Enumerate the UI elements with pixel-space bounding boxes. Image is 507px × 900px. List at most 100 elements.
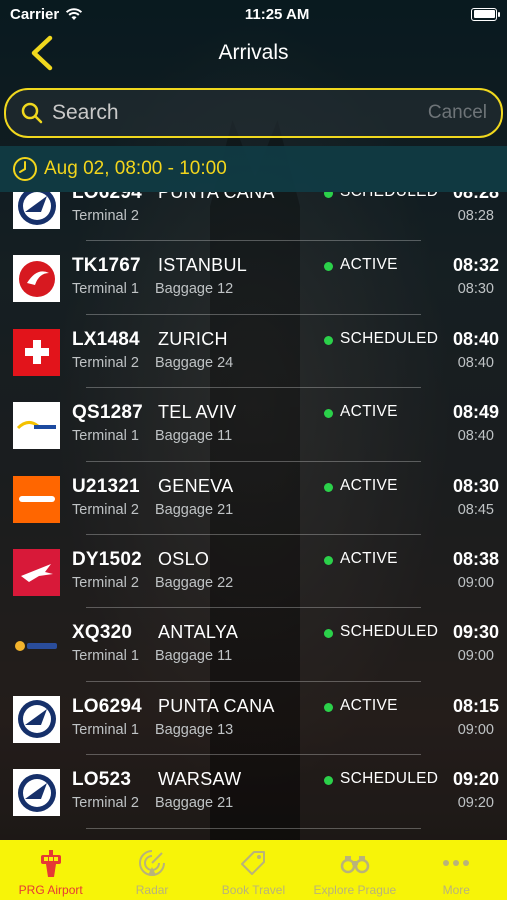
estimated-time: 08:30 (452, 475, 499, 496)
status-dot (324, 482, 333, 492)
estimated-time: 08:40 (452, 328, 499, 349)
tab-book-travel[interactable]: Book Travel (203, 847, 304, 897)
flight-code: LO6294 (72, 192, 142, 203)
flight-list[interactable]: LO6294 PUNTA CANA Terminal 2 SCHEDULED 08:28… (0, 192, 507, 840)
terminal: Terminal 1 (72, 721, 139, 738)
scheduled-time: 08:40 (457, 354, 494, 371)
norwegian-logo (13, 548, 60, 596)
cancel-button[interactable]: Cancel (428, 102, 487, 124)
flight-row[interactable]: TK1767 ISTANBUL Terminal 1 Baggage 12 ACTIVE… (0, 241, 507, 315)
destination: PUNTA CANA (158, 695, 275, 716)
flight-code: QS1287 (72, 402, 143, 424)
baggage-belt: Baggage 12 (155, 281, 234, 298)
destination: ISTANBUL (158, 255, 248, 276)
status-dot (324, 409, 333, 419)
flight-row[interactable]: LO6294 PUNTA CANA Terminal 1 Baggage 13 ACTI… (0, 682, 507, 756)
tab-more[interactable]: More (406, 847, 507, 897)
clock-time: 11:25 AM (244, 5, 310, 23)
tab-explore-prague[interactable]: Explore Prague (304, 847, 405, 897)
terminal: Terminal 1 (72, 281, 139, 298)
baggage-belt: Baggage 11 (155, 428, 233, 445)
back-button[interactable] (26, 34, 60, 72)
terminal: Terminal 2 (72, 501, 139, 518)
flight-row[interactable]: XQ320 ANTALYA Terminal 1 Baggage 11 SCHEDULE… (0, 608, 507, 682)
flight-status: SCHEDULED (340, 192, 438, 201)
status-dot (324, 629, 333, 639)
tag-icon (237, 847, 269, 879)
radar-icon (136, 847, 168, 879)
destination: WARSAW (158, 769, 242, 790)
tab-label: Explore Prague (313, 883, 397, 897)
status-left: Carrier (10, 6, 83, 23)
scheduled-time: 09:00 (457, 648, 494, 665)
flight-row[interactable]: LX1484 ZURICH Terminal 2 Baggage 24 SCHEDULE… (0, 315, 507, 389)
flight-status: SCHEDULED (340, 329, 439, 347)
destination: GENEVA (158, 475, 234, 496)
scheduled-time: 08:40 (457, 428, 494, 445)
scheduled-time: 09:20 (457, 795, 494, 812)
flight-status: SCHEDULED (340, 623, 439, 641)
wifi-icon (66, 8, 83, 20)
clock-icon (13, 157, 37, 181)
terminal: Terminal 1 (72, 648, 139, 665)
baggage-belt: Baggage 22 (155, 574, 234, 591)
page-title: Arrivals (218, 41, 289, 64)
flight-row[interactable]: LO523 WARSAW Terminal 2 Baggage 21 SCHEDULED… (0, 755, 507, 829)
swiss-logo (13, 328, 60, 376)
lot-logo (13, 192, 60, 229)
airport-tower-icon (35, 847, 67, 879)
more-dots-icon (440, 847, 472, 879)
row-divider (86, 827, 421, 829)
easyjet-logo (13, 475, 60, 523)
flight-code: TK1767 (72, 255, 141, 277)
baggage-belt: Baggage 11 (155, 648, 233, 665)
terminal: Terminal 2 (72, 574, 139, 591)
status-dot (324, 192, 333, 198)
scheduled-time: 08:28 (457, 208, 494, 224)
lot-logo (13, 695, 60, 743)
flight-code: LO523 (72, 769, 132, 791)
lot-logo (13, 769, 60, 817)
scheduled-time: 08:45 (457, 501, 494, 518)
tab-bar: PRG Airport Radar Book Travel Explore Pr… (0, 840, 507, 900)
tab-radar[interactable]: Radar (102, 847, 203, 897)
flight-status: ACTIVE (340, 549, 398, 567)
flight-code: U21321 (72, 475, 140, 497)
time-range-selector[interactable]: Aug 02, 08:00 - 10:00 (0, 146, 507, 192)
terminal: Terminal 1 (72, 428, 139, 445)
sunexpress-logo (13, 622, 60, 669)
search-bar[interactable]: Cancel (4, 88, 503, 138)
flight-row[interactable]: DY1502 OSLO Terminal 2 Baggage 22 ACTIVE 08:3… (0, 535, 507, 609)
estimated-time: 09:30 (452, 622, 499, 643)
flight-status: SCHEDULED (340, 770, 439, 788)
baggage-belt: Baggage 21 (155, 795, 234, 812)
tab-prg-airport[interactable]: PRG Airport (0, 847, 101, 897)
baggage-belt: Baggage 21 (155, 501, 234, 518)
turkish-logo (13, 255, 60, 303)
flight-status: ACTIVE (340, 476, 398, 494)
flight-row[interactable]: QS1287 TEL AVIV Terminal 1 Baggage 11 ACTIVE… (0, 388, 507, 462)
flight-row[interactable]: LO6294 PUNTA CANA Terminal 2 SCHEDULED 08:28… (0, 192, 507, 242)
status-dot (324, 262, 333, 272)
tab-label: Book Travel (221, 883, 286, 897)
tab-label: Radar (135, 883, 169, 897)
search-input[interactable] (52, 101, 428, 125)
tab-label: PRG Airport (18, 883, 83, 897)
destination: ANTALYA (158, 622, 239, 643)
destination: ZURICH (158, 328, 228, 349)
terminal: Terminal 2 (72, 354, 139, 371)
flight-code: LX1484 (72, 328, 140, 350)
flight-code: DY1502 (72, 548, 142, 570)
estimated-time: 09:20 (452, 769, 499, 790)
status-dot (324, 555, 333, 565)
terminal: Terminal 2 (72, 208, 139, 224)
status-bar: Carrier 11:25 AM (0, 0, 507, 28)
flight-status: ACTIVE (340, 696, 398, 714)
tab-label: More (442, 883, 470, 897)
flight-list-content: LO6294 PUNTA CANA Terminal 2 SCHEDULED 08:28… (0, 192, 507, 829)
destination: PUNTA CANA (158, 192, 275, 202)
terminal: Terminal 2 (72, 795, 139, 812)
flight-row[interactable]: U21321 GENEVA Terminal 2 Baggage 21 ACTIVE 08… (0, 462, 507, 535)
flight-status: ACTIVE (340, 256, 398, 274)
destination: TEL AVIV (158, 402, 237, 423)
